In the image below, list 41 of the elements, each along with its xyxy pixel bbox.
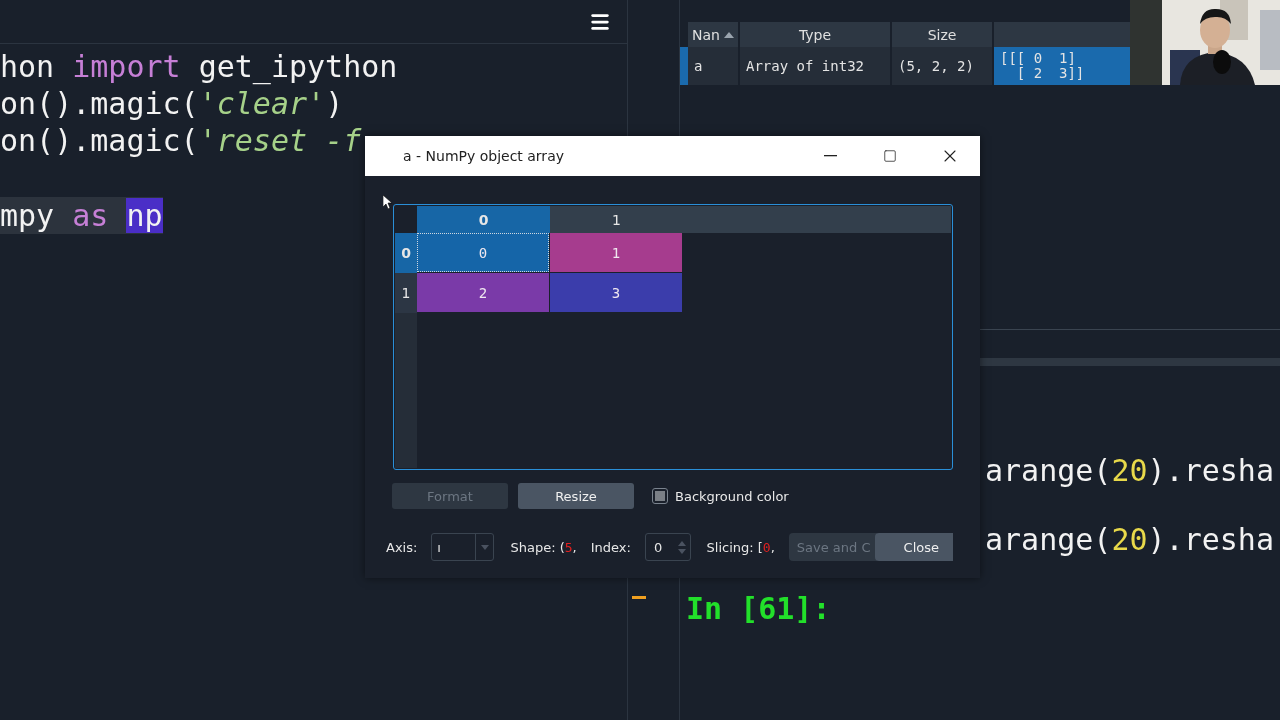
table-cell[interactable]: 2 [417, 273, 549, 312]
mouse-cursor-icon [383, 195, 392, 209]
dropdown-arrow-icon [480, 544, 489, 550]
spin-up-icon[interactable] [677, 540, 686, 546]
code-line: on().magic('reset -f [0, 122, 362, 159]
slicing-label: Slicing: [0, [706, 539, 775, 555]
column-title: Type [798, 26, 832, 43]
background-color-checkbox[interactable]: Background color [652, 488, 789, 504]
column-header[interactable]: 1 [550, 206, 683, 233]
warning-marker [632, 596, 646, 599]
axis-label: Axis: [386, 539, 418, 555]
table-cell[interactable]: 1 [550, 233, 682, 272]
checkbox[interactable] [652, 488, 668, 504]
shape-label: Shape: (5, [510, 539, 577, 555]
row-header[interactable]: 1 [395, 273, 417, 313]
maximize-icon [883, 149, 897, 163]
column-title: Nan [692, 26, 720, 43]
code-line: hon import get_ipython [0, 48, 398, 85]
index-label: Index: [590, 539, 631, 555]
code-line: on().magic('clear') [0, 85, 344, 122]
close-button[interactable]: Close [874, 533, 953, 561]
resize-button[interactable]: Resize [518, 483, 634, 509]
table-cell: a [688, 47, 738, 85]
axis-dropdown[interactable]: ı [431, 533, 495, 561]
column-header[interactable]: Size [892, 22, 992, 47]
console-prompt: In [61]: [685, 590, 832, 627]
minimize-icon [823, 155, 837, 157]
spin-down-icon[interactable] [677, 548, 686, 554]
column-header[interactable]: Nan [688, 22, 738, 47]
column-header[interactable]: 0 [417, 206, 550, 233]
table-cell: (5, 2, 2) [892, 47, 992, 85]
console-line: arange(20).resha [985, 521, 1274, 558]
column-title: Size [927, 26, 957, 43]
console-line: arange(20).resha [985, 452, 1274, 489]
table-cell: Array of int32 [740, 47, 890, 85]
window-title: a - NumPy object array [403, 148, 565, 164]
row-header[interactable]: 0 [395, 233, 417, 273]
index-spinbox[interactable]: 0 [644, 533, 691, 561]
table-cell[interactable]: 0 [417, 233, 549, 272]
table-cell[interactable]: 3 [550, 273, 682, 312]
column-header[interactable]: Type [740, 22, 890, 47]
